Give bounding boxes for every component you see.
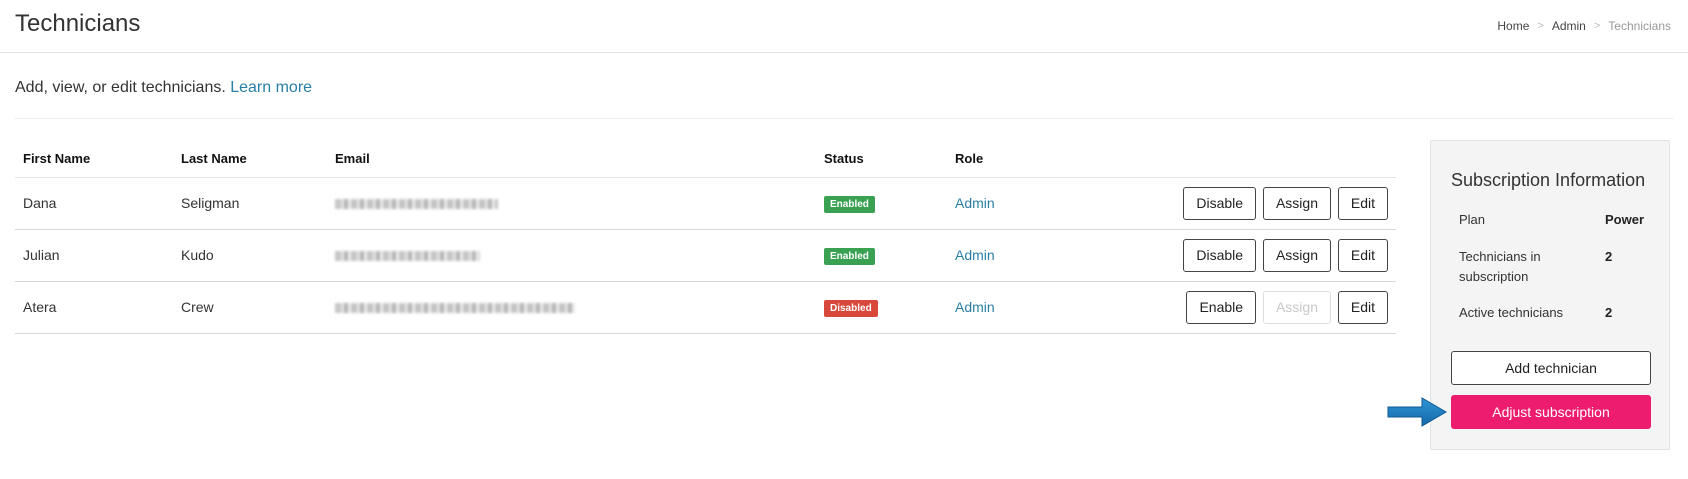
- column-header-actions: [1067, 141, 1396, 178]
- disable-button[interactable]: Disable: [1183, 238, 1257, 272]
- status-badge: Disabled: [824, 299, 878, 317]
- column-header-last-name: Last Name: [173, 141, 327, 178]
- table-row: Atera Crew Disabled Admin Enable Assign …: [15, 281, 1396, 334]
- active-technicians-label: Active technicians: [1459, 305, 1564, 320]
- email-cell: [327, 229, 816, 282]
- role-link[interactable]: Admin: [955, 299, 995, 315]
- table-row: Dana Seligman Enabled Admin Disable Assi…: [15, 177, 1396, 230]
- breadcrumb-home[interactable]: Home: [1497, 19, 1529, 33]
- email-redacted: [335, 303, 575, 314]
- role-cell: Admin: [947, 229, 1067, 282]
- column-header-first-name: First Name: [15, 141, 173, 178]
- status-badge: Enabled: [824, 247, 875, 265]
- enable-button[interactable]: Enable: [1186, 290, 1257, 324]
- disable-button[interactable]: Disable: [1183, 186, 1257, 220]
- technicians-in-subscription-label-line1: Technicians in: [1459, 249, 1541, 264]
- technicians-in-subscription-value: 2: [1605, 249, 1613, 264]
- active-technicians-value: 2: [1605, 305, 1613, 320]
- plan-label: Plan: [1459, 212, 1486, 227]
- subscription-panel: Subscription Information Plan Power Tech…: [1430, 140, 1670, 450]
- actions-cell: Enable Assign Edit: [1067, 281, 1396, 334]
- role-cell: Admin: [947, 281, 1067, 334]
- intro-description: Add, view, or edit technicians.: [15, 79, 226, 96]
- status-badge: Enabled: [824, 195, 875, 213]
- column-header-status: Status: [816, 141, 947, 178]
- column-header-role: Role: [947, 141, 1067, 178]
- page-header: Technicians Home > Admin > Technicians: [0, 0, 1688, 53]
- add-technician-button[interactable]: Add technician: [1451, 351, 1651, 385]
- subscription-title: Subscription Information: [1451, 170, 1646, 190]
- assign-button-disabled: Assign: [1262, 290, 1331, 324]
- table-row: Julian Kudo Enabled Admin Disable Assign…: [15, 229, 1396, 282]
- first-name-cell: Dana: [15, 177, 173, 230]
- adjust-subscription-button[interactable]: Adjust subscription: [1451, 395, 1651, 429]
- actions-cell: Disable Assign Edit: [1067, 177, 1396, 230]
- breadcrumb-separator: >: [1593, 20, 1601, 32]
- role-link[interactable]: Admin: [955, 195, 995, 211]
- email-redacted: [335, 199, 498, 210]
- assign-button[interactable]: Assign: [1262, 186, 1331, 220]
- last-name-cell: Seligman: [173, 177, 327, 230]
- status-cell: Enabled: [816, 229, 947, 282]
- breadcrumb: Home > Admin > Technicians: [1497, 19, 1671, 33]
- role-link[interactable]: Admin: [955, 247, 995, 263]
- last-name-cell: Kudo: [173, 229, 327, 282]
- learn-more-link[interactable]: Learn more: [230, 79, 312, 96]
- email-redacted: [335, 251, 480, 262]
- role-cell: Admin: [947, 177, 1067, 230]
- technicians-table: First Name Last Name Email Status Role D…: [15, 141, 1396, 334]
- edit-button[interactable]: Edit: [1337, 290, 1388, 324]
- breadcrumb-current: Technicians: [1608, 19, 1671, 33]
- breadcrumb-separator: >: [1537, 20, 1544, 32]
- email-cell: [327, 177, 816, 230]
- table-header-row: First Name Last Name Email Status Role: [15, 141, 1396, 178]
- divider: [15, 118, 1673, 119]
- column-header-email: Email: [327, 141, 816, 178]
- breadcrumb-admin[interactable]: Admin: [1552, 19, 1586, 33]
- email-cell: [327, 281, 816, 334]
- plan-value: Power: [1605, 212, 1645, 227]
- last-name-cell: Crew: [173, 281, 327, 334]
- intro-text: Add, view, or edit technicians. Learn mo…: [15, 79, 312, 97]
- first-name-cell: Julian: [15, 229, 173, 282]
- status-cell: Disabled: [816, 281, 947, 334]
- actions-cell: Disable Assign Edit: [1067, 229, 1396, 282]
- status-cell: Enabled: [816, 177, 947, 230]
- arrow-right-icon: [1387, 397, 1447, 427]
- edit-button[interactable]: Edit: [1337, 238, 1388, 272]
- assign-button[interactable]: Assign: [1262, 238, 1331, 272]
- page-title: Technicians: [15, 10, 141, 37]
- technicians-in-subscription-label-line2: subscription: [1459, 269, 1529, 284]
- edit-button[interactable]: Edit: [1337, 186, 1388, 220]
- first-name-cell: Atera: [15, 281, 173, 334]
